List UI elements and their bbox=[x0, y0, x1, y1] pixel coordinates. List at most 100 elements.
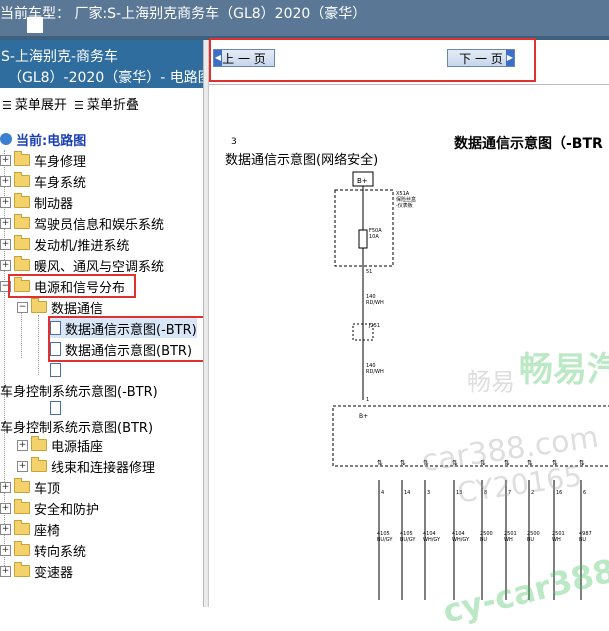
highlight-box bbox=[48, 316, 210, 362]
expand-icon[interactable]: + bbox=[0, 154, 11, 166]
expand-all-button[interactable]: ☰ 菜单展开 bbox=[2, 94, 67, 113]
tree-item-label: 转向系统 bbox=[34, 544, 87, 560]
tree-item[interactable]: + 座椅 bbox=[0, 519, 60, 539]
expand-icon[interactable]: + bbox=[0, 196, 11, 208]
folder-icon bbox=[14, 172, 30, 187]
pin-wire-label: 4987 BU bbox=[579, 531, 592, 543]
left-panel: S-上海别克-商务车 （GL8）-2020（豪华）- 电路图. ☰ 菜单展开 ☰ 菜… bbox=[0, 40, 216, 607]
pin-label: 14 bbox=[404, 490, 410, 496]
tree-item[interactable]: + 转向系统 bbox=[0, 540, 86, 560]
pin-label: 4 bbox=[381, 490, 384, 496]
vehicle-title: 当前车型： 厂家:S-上海别克商务车（GL8）2020（豪华） bbox=[0, 6, 367, 22]
tree-leaf-empty[interactable] bbox=[50, 398, 65, 418]
top-connector-label: B+ bbox=[357, 177, 368, 185]
diagram-title: 数据通信示意图（-BTR bbox=[454, 135, 603, 152]
folder-icon bbox=[14, 151, 30, 166]
collapse-all-label: 菜单折叠 bbox=[86, 98, 139, 113]
tree-item-label: 发动机/推进系统 bbox=[34, 238, 130, 254]
tree-root-label: 当前:电路图 bbox=[16, 133, 87, 149]
splice-label: J251 bbox=[368, 323, 380, 329]
tree-item-label: 安全和防护 bbox=[34, 502, 100, 518]
expand-icon[interactable]: + bbox=[0, 544, 11, 556]
tree-guide-line bbox=[38, 315, 39, 375]
expand-icon[interactable]: + bbox=[0, 565, 11, 577]
watermark: 畅易汽 bbox=[519, 350, 609, 390]
expand-icon[interactable]: + bbox=[0, 175, 11, 187]
fuse-symbol bbox=[358, 229, 368, 249]
panel-header-line2: （GL8）-2020（豪华）- 电路图. bbox=[8, 70, 217, 86]
document-icon bbox=[50, 401, 61, 415]
folder-icon bbox=[14, 214, 30, 229]
expand-icon[interactable]: + bbox=[0, 523, 11, 535]
pin-51-label: 51 bbox=[366, 269, 372, 275]
tree-item-label: 线束和连接器修理 bbox=[51, 460, 156, 476]
expand-icon[interactable]: + bbox=[0, 502, 11, 514]
tree-leaf-empty[interactable] bbox=[50, 360, 65, 380]
tree-item-label: 暖风、通风与空调系统 bbox=[34, 259, 165, 275]
title-bar: 当前车型： 厂家:S-上海别克商务车（GL8）2020（豪华） bbox=[0, 0, 609, 36]
pin-wire-label: 4105 BU/GY bbox=[377, 531, 393, 543]
tree-item-label: 电源插座 bbox=[51, 439, 104, 455]
panel-header-line1: S-上海别克-商务车 bbox=[1, 49, 118, 65]
tree-item[interactable]: + 发动机/推进系统 bbox=[0, 234, 129, 254]
folder-icon bbox=[31, 457, 47, 472]
tree-item[interactable]: + 变速器 bbox=[0, 561, 73, 581]
tree-item-label: 车身控制系统示意图(-BTR) bbox=[0, 384, 158, 400]
tree-item-label: 车身系统 bbox=[34, 175, 87, 191]
pin-wire-label: 4105 BU/GY bbox=[400, 531, 416, 543]
pin-wire-label: 2501 WH bbox=[552, 531, 565, 543]
tree-item-label: 变速器 bbox=[34, 565, 74, 581]
diagram-subtitle: 数据通信示意图(网络安全) bbox=[225, 152, 378, 168]
folder-icon bbox=[14, 256, 30, 271]
expand-icon[interactable]: + bbox=[17, 439, 28, 451]
tree-item[interactable]: + 安全和防护 bbox=[0, 498, 99, 518]
tree-leaf-body-ctrl[interactable]: 车身控制系统示意图(BTR) bbox=[0, 416, 153, 436]
watermark: 畅易 bbox=[467, 368, 515, 396]
tree-item[interactable]: + 电源插座 bbox=[17, 435, 103, 455]
expand-icon[interactable]: + bbox=[0, 217, 11, 229]
folder-icon bbox=[14, 562, 30, 577]
expand-icon[interactable]: + bbox=[0, 259, 11, 271]
tree-item[interactable]: + 线束和连接器修理 bbox=[17, 456, 155, 476]
tree-item[interactable]: + 车身系统 bbox=[0, 171, 86, 191]
content-panel: ◀ 上 一 页 下 一 页 ▶ 3 数据通信示意图（-BTR 数据通信示意图(网… bbox=[209, 38, 609, 631]
pin-wire-label: 2501 WH bbox=[504, 531, 517, 543]
wire-1-label: 140 RD/WH bbox=[366, 294, 384, 306]
pin-label: 3 bbox=[427, 490, 430, 496]
folder-icon bbox=[14, 235, 30, 250]
nav-highlight-box bbox=[209, 38, 536, 82]
tree-item[interactable]: + 车顶 bbox=[0, 477, 60, 497]
pin-wire-label: 2500 BU bbox=[480, 531, 493, 543]
pin-wire-label: 2500 BU bbox=[527, 531, 540, 543]
pin-arrow: ⇅ bbox=[377, 459, 383, 467]
window-icon bbox=[27, 17, 43, 33]
folder-icon bbox=[14, 520, 30, 535]
tree-item[interactable]: + 车身修理 bbox=[0, 150, 86, 170]
pin-wire-label: 4104 WH/GY bbox=[452, 531, 470, 543]
collapse-all-button[interactable]: ☰ 菜单折叠 bbox=[74, 94, 139, 113]
content-separator bbox=[209, 84, 609, 125]
tree-root[interactable]: 当前:电路图 bbox=[0, 129, 86, 149]
menu-icon: ☰ bbox=[74, 99, 84, 112]
folder-open-icon bbox=[31, 298, 47, 313]
tree-item-label: 数据通信 bbox=[51, 301, 104, 317]
collapse-icon[interactable]: − bbox=[17, 301, 28, 313]
tree-item[interactable]: + 暖风、通风与空调系统 bbox=[0, 255, 164, 275]
tree-item-data-comm[interactable]: − 数据通信 bbox=[17, 297, 103, 317]
fuse-block-label: X51A 保险丝盒-仪表板 bbox=[396, 191, 416, 209]
folder-icon bbox=[14, 478, 30, 493]
fuse-block bbox=[334, 189, 394, 267]
tree-item[interactable]: + 制动器 bbox=[0, 192, 73, 212]
panel-header: S-上海别克-商务车 （GL8）-2020（豪华）- 电路图. bbox=[0, 40, 216, 88]
pin-arrow: ⇅ bbox=[400, 459, 406, 467]
tree-item-label: 座椅 bbox=[34, 523, 61, 539]
menu-icon: ☰ bbox=[2, 99, 12, 112]
tree-item[interactable]: + 驾驶员信息和娱乐系统 bbox=[0, 213, 164, 233]
expand-icon[interactable]: + bbox=[17, 460, 28, 472]
highlight-box bbox=[8, 274, 136, 298]
tree-leaf-body-ctrl-minus[interactable]: 车身控制系统示意图(-BTR) bbox=[0, 380, 158, 400]
folder-icon bbox=[31, 436, 47, 451]
expand-icon[interactable]: + bbox=[0, 481, 11, 493]
tree-item-label: 车身控制系统示意图(BTR) bbox=[0, 420, 154, 436]
expand-icon[interactable]: + bbox=[0, 238, 11, 250]
